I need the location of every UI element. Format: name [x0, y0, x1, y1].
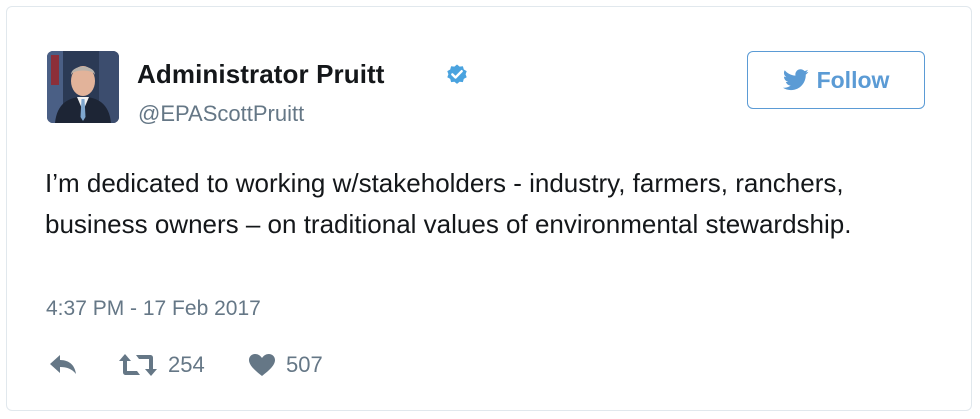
retweet-icon — [119, 354, 157, 376]
heart-icon — [249, 354, 275, 376]
tweet-timestamp[interactable]: 4:37 PM - 17 Feb 2017 — [46, 297, 261, 321]
reply-button[interactable] — [48, 352, 78, 376]
portrait-photo-icon — [47, 51, 119, 123]
verified-badge-icon — [445, 63, 469, 87]
reply-icon — [50, 355, 76, 374]
like-count: 507 — [286, 352, 323, 377]
screen-name[interactable]: @EPAScottPruitt — [138, 101, 304, 127]
display-name[interactable]: Administrator Pruitt — [137, 59, 385, 90]
tweet-card: Administrator Pruitt @EPAScottPruitt Fol… — [6, 6, 972, 411]
avatar[interactable] — [47, 51, 119, 123]
like-button[interactable]: 507 — [248, 352, 323, 378]
retweet-button[interactable]: 254 — [118, 352, 205, 378]
follow-button[interactable]: Follow — [747, 51, 925, 109]
retweet-count: 254 — [168, 352, 205, 377]
follow-button-label: Follow — [816, 66, 890, 93]
twitter-bird-icon — [782, 69, 809, 91]
tweet-text: I’m dedicated to working w/stakeholders … — [45, 168, 852, 239]
